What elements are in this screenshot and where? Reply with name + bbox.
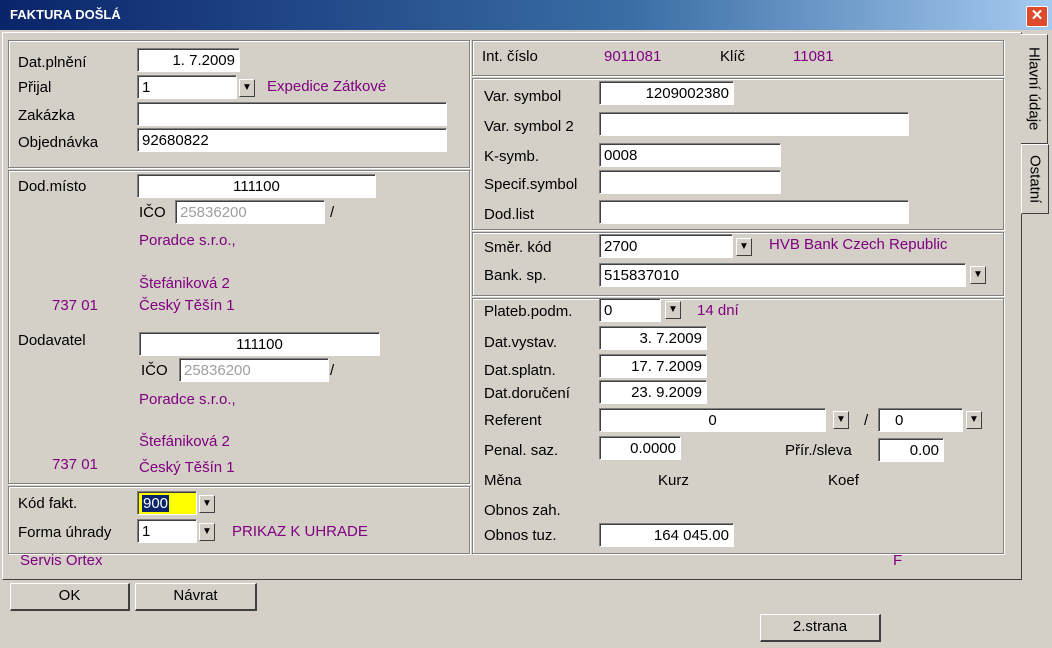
koef-label: Koef: [828, 472, 859, 489]
dodavatel-name: Poradce s.r.o.,: [139, 391, 236, 408]
dat-splatn-field[interactable]: 17. 7.2009: [599, 354, 707, 378]
kod-fakt-value: 900: [142, 495, 170, 512]
bank-sp-dropdown-icon[interactable]: ▼: [970, 266, 986, 284]
bank-sp-field[interactable]: 515837010: [599, 263, 966, 287]
zakazka-field[interactable]: [137, 102, 447, 126]
referent-label: Referent: [484, 412, 542, 429]
dodavatel-ico-label: IČO: [141, 362, 168, 379]
int-cislo-value: 9011081: [604, 48, 662, 65]
dat-vystav-label: Dat.vystav.: [484, 334, 558, 351]
plateb-field[interactable]: 0: [599, 298, 661, 322]
dod-misto-city: Český Těšín 1: [139, 297, 235, 314]
mena-label: Měna: [484, 472, 522, 489]
close-button[interactable]: ✕: [1026, 6, 1048, 27]
footer-left-text: Servis Ortex: [20, 552, 103, 569]
kod-fakt-dropdown-icon[interactable]: ▼: [199, 495, 215, 513]
dat-splatn-label: Dat.splatn.: [484, 362, 556, 379]
klic-label: Klíč: [720, 48, 746, 65]
smer-kod-dropdown-icon[interactable]: ▼: [736, 238, 752, 256]
group-invoice-code: [8, 486, 470, 554]
window-title: FAKTURA DOŠLÁ: [10, 7, 121, 22]
objednavka-field[interactable]: 92680822: [137, 128, 447, 152]
kod-fakt-field[interactable]: 900: [137, 491, 197, 515]
referent2-field[interactable]: 0: [878, 408, 963, 432]
var-symbol2-label: Var. symbol 2: [484, 118, 574, 135]
obnos-tuz-field[interactable]: 164 045.00: [599, 523, 734, 547]
tab-ostatni[interactable]: Ostatní: [1021, 144, 1049, 214]
forma-uhrady-name: PRIKAZ K UHRADE: [232, 523, 368, 540]
plateb-dropdown-icon[interactable]: ▼: [665, 301, 681, 319]
specif-label: Specif.symbol: [484, 176, 578, 193]
smer-kod-label: Směr. kód: [484, 239, 552, 256]
penal-field[interactable]: 0.0000: [599, 436, 681, 460]
dat-vystav-field[interactable]: 3. 7.2009: [599, 326, 707, 350]
k-symb-label: K-symb.: [484, 148, 540, 165]
navrat-button[interactable]: Návrat: [135, 583, 257, 611]
dod-misto-ico-field[interactable]: 25836200: [175, 200, 325, 224]
dod-misto-name: Poradce s.r.o.,: [139, 232, 236, 249]
klic-value: 11081: [793, 48, 834, 65]
dod-misto-field[interactable]: 111100: [137, 174, 376, 198]
specif-field[interactable]: [599, 170, 781, 194]
dat-plneni-field[interactable]: 1. 7.2009: [137, 48, 240, 72]
kurz-label: Kurz: [658, 472, 689, 489]
title-bar: [0, 0, 1052, 30]
ok-button[interactable]: OK: [10, 583, 130, 611]
bank-sp-label: Bank. sp.: [484, 267, 547, 284]
forma-uhrady-label: Forma úhrady: [18, 524, 112, 541]
dodavatel-zip: 737 01: [52, 456, 98, 473]
dat-doruc-field[interactable]: 23. 9.2009: [599, 380, 707, 404]
prir-label: Přír./sleva: [785, 442, 852, 459]
dodavatel-label: Dodavatel: [18, 332, 86, 349]
dod-misto-label: Dod.místo: [18, 178, 87, 195]
dod-list-field[interactable]: [599, 200, 909, 224]
smer-kod-field[interactable]: 2700: [599, 234, 733, 258]
dod-list-label: Dod.list: [484, 206, 535, 223]
prijal-field[interactable]: 1: [137, 75, 237, 99]
forma-uhrady-field[interactable]: 1: [137, 519, 197, 543]
prir-field[interactable]: 0.00: [878, 438, 944, 462]
dat-doruc-label: Dat.doručení: [484, 385, 570, 402]
dod-misto-street: Štefániková 2: [139, 275, 230, 292]
plateb-days: 14 dní: [697, 302, 739, 319]
dod-misto-slash: /: [330, 204, 335, 221]
k-symb-field[interactable]: 0008: [599, 143, 781, 167]
obnos-tuz-label: Obnos tuz.: [484, 527, 557, 544]
var-symbol-field[interactable]: 1209002380: [599, 81, 734, 105]
objednavka-label: Objednávka: [18, 134, 99, 151]
dat-plneni-label: Dat.plnění: [18, 54, 87, 71]
var-symbol2-field[interactable]: [599, 112, 909, 136]
bank-name: HVB Bank Czech Republic: [769, 236, 948, 253]
int-cislo-label: Int. číslo: [482, 48, 538, 65]
zakazka-label: Zakázka: [18, 107, 75, 124]
prijal-dropdown-icon[interactable]: ▼: [239, 79, 255, 97]
prijal-label: Přijal: [18, 79, 52, 96]
footer-right-text: F: [893, 552, 903, 569]
dod-misto-zip: 737 01: [52, 297, 98, 314]
tab-hlavni-udaje[interactable]: Hlavní údaje: [1021, 34, 1048, 144]
referent-field[interactable]: 0: [599, 408, 826, 432]
var-symbol-label: Var. symbol: [484, 88, 562, 105]
plateb-label: Plateb.podm.: [484, 303, 573, 320]
penal-label: Penal. saz.: [484, 442, 559, 459]
referent-dropdown-icon[interactable]: ▼: [833, 411, 849, 429]
referent-slash: /: [864, 412, 869, 429]
forma-uhrady-dropdown-icon[interactable]: ▼: [199, 523, 215, 541]
dodavatel-city: Český Těšín 1: [139, 459, 235, 476]
dodavatel-field[interactable]: 111100: [139, 332, 380, 356]
page2-button[interactable]: 2.strana: [760, 614, 881, 642]
prijal-name: Expedice Zátkové: [267, 78, 387, 95]
dod-misto-ico-label: IČO: [139, 204, 166, 221]
dodavatel-street: Štefániková 2: [139, 433, 230, 450]
referent2-dropdown-icon[interactable]: ▼: [966, 411, 982, 429]
kod-fakt-label: Kód fakt.: [18, 495, 78, 512]
obnos-zah-label: Obnos zah.: [484, 502, 561, 519]
dodavatel-slash: /: [330, 362, 335, 379]
dodavatel-ico-field[interactable]: 25836200: [179, 358, 329, 382]
